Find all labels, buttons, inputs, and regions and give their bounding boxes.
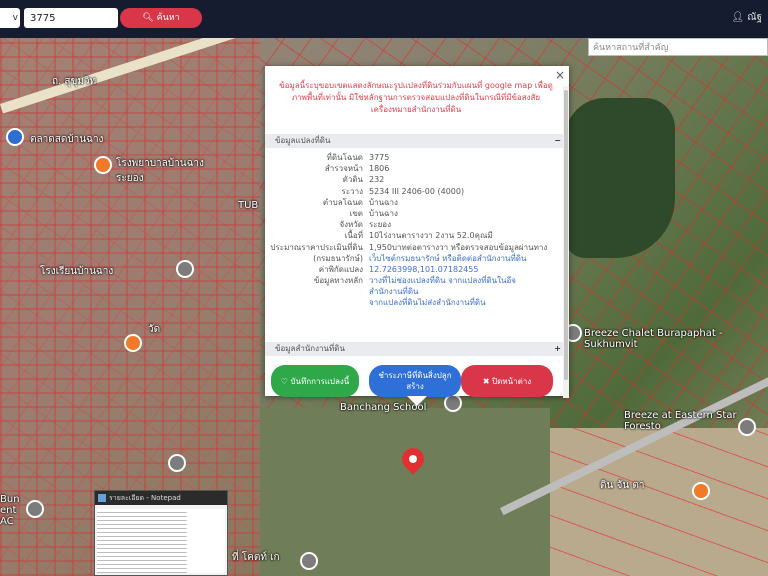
detail-row: ตำบลโฉนด บ้านฉาง bbox=[265, 197, 569, 208]
coordinates-link[interactable]: 12.7263998,101.07182455 bbox=[369, 264, 478, 275]
detail-key: ประมาณราคาประเมินที่ดิน bbox=[270, 242, 363, 252]
detail-link[interactable]: จากแปลงที่ดินไม่ส่งสำนักงานที่ดิน bbox=[369, 297, 486, 308]
detail-row: สำรวจหน้า 1806 bbox=[265, 163, 569, 174]
section-parcel-title: ข้อมูลแปลงที่ดิน bbox=[275, 136, 331, 145]
detail-value: 3775 bbox=[369, 153, 390, 162]
parcel-area-southeast bbox=[540, 428, 768, 576]
land-tax-button[interactable]: ชำระภาษีที่ดินสิ่งปลูกสร้าง bbox=[369, 365, 461, 397]
map-label-temple: วัด bbox=[148, 324, 161, 335]
detail-row: เขต บ้านฉาง bbox=[265, 208, 569, 219]
notepad-icon bbox=[98, 494, 106, 502]
detail-key: ที่ดินโฉนด bbox=[326, 153, 363, 162]
parcel-details: ที่ดินโฉนด 3775 สำรวจหน้า 1806 ตัวดิน 232 ร… bbox=[265, 152, 569, 309]
map-label-breeze-eastern: Breeze at Eastern Star Foresto bbox=[624, 410, 737, 432]
section-office-header[interactable]: ข้อมูลสำนักงานที่ดิน + bbox=[265, 342, 569, 356]
detail-row: เนื้อที่ 10ไร่งานตารางวา 2งาน 52.0คุณมี bbox=[265, 230, 569, 241]
detail-row: ระวาง 5234 III 2406-00 (4000) bbox=[265, 186, 569, 197]
search-button-label: ค้นหา bbox=[156, 13, 180, 23]
notepad-titlebar: รายละเอียด - Notepad bbox=[95, 491, 227, 505]
user-label: ณัฐ bbox=[747, 12, 762, 23]
detail-value: 1806 bbox=[369, 164, 390, 174]
map-label-sukhumvit: ถ. สุขุมวิท bbox=[52, 76, 97, 87]
detail-row: (กรมธนารักษ์) เว็บไซต์กรมธนารักษ์ หรือติด… bbox=[265, 253, 569, 264]
search-icon: 🔍︎ bbox=[142, 13, 157, 23]
popup-warning-text: ข้อมูลนี้ระบุขอบเขตแสดงลักษณะรูปแปลงที่ด… bbox=[279, 81, 553, 114]
breeze-eastern-pin-icon[interactable] bbox=[738, 418, 756, 436]
popup-scrollbar[interactable] bbox=[563, 86, 569, 398]
detail-value: บ้านฉาง bbox=[369, 208, 398, 218]
map-label-breeze-chalet: Breeze Chalet Burapaphat - Sukhumvit bbox=[584, 328, 723, 350]
detail-value: บ้านฉาง bbox=[369, 197, 398, 207]
parcel-info-popup: × ข้อมูลนี้ระบุขอบเขตแสดงลักษณะรูปแปลงที… bbox=[265, 66, 569, 406]
market-pin-icon[interactable] bbox=[6, 128, 24, 146]
top-bar: v 🔍︎ ค้นหา 👤︎ ณัฐ bbox=[0, 0, 768, 38]
detail-row: ประมาณราคาประเมินที่ดิน 1,950บาทต่อตารางว… bbox=[265, 242, 569, 253]
hospital-pin-icon[interactable] bbox=[94, 156, 112, 174]
detail-row: ที่ดินโฉนด 3775 bbox=[265, 152, 569, 163]
user-icon: 👤︎ bbox=[731, 12, 748, 23]
save-parcel-button[interactable]: ♡ บันทึกการแปลงนี้ bbox=[271, 365, 359, 397]
forest-area bbox=[565, 98, 675, 258]
detail-row: จังหวัด ระยอง bbox=[265, 219, 569, 230]
detail-row: ข้อมูลทางหลัก วางที่ไม่ช่องแปลงที่ดิน จาก… bbox=[265, 275, 569, 286]
detail-link[interactable]: วางที่ไม่ช่องแปลงที่ดิน จากแปลงที่ดินในอ… bbox=[369, 275, 516, 286]
detail-key: เนื้อที่ bbox=[344, 231, 363, 241]
expand-icon[interactable]: + bbox=[554, 342, 561, 356]
detail-row: ค่าพิกัดแปลง 12.7263998,101.07182455 bbox=[265, 264, 569, 275]
close-popup-button[interactable]: ✖ ปิดหน้าต่าง bbox=[461, 365, 553, 397]
notepad-title: รายละเอียด - Notepad bbox=[109, 494, 181, 502]
detail-key: สำรวจหน้า bbox=[324, 164, 363, 174]
scrollbar-thumb[interactable] bbox=[564, 90, 568, 380]
detail-value: 1,950บาทต่อตารางวา หรือตรวจสอบข้อมูลผ่าน… bbox=[369, 242, 548, 252]
place-search-input[interactable]: ค้นหาสถานที่สำคัญ bbox=[588, 38, 768, 56]
section-parcel-header[interactable]: ข้อมูลแปลงที่ดิน − bbox=[265, 134, 569, 148]
field-area bbox=[260, 408, 550, 576]
map-label-kin: ดิน จัน ตา bbox=[600, 480, 645, 491]
search-input[interactable] bbox=[24, 8, 118, 28]
detail-key: จังหวัด bbox=[339, 220, 363, 230]
detail-link[interactable]: เว็บไซต์กรมธนารักษ์ หรือติดต่อสำนักงานที… bbox=[369, 253, 526, 264]
map-label-bottom: ที่ โคตท์ เก bbox=[232, 552, 280, 563]
detail-row: ตัวดิน 232 bbox=[265, 174, 569, 185]
search-type-select[interactable]: v bbox=[0, 8, 20, 28]
place-pin-icon[interactable] bbox=[168, 454, 186, 472]
detail-value: ระยอง bbox=[369, 220, 391, 230]
notepad-content bbox=[97, 509, 225, 573]
detail-key: ระวาง bbox=[341, 186, 363, 196]
search-button[interactable]: 🔍︎ ค้นหา bbox=[120, 8, 202, 28]
detail-row: จากแปลงที่ดินไม่ส่งสำนักงานที่ดิน bbox=[265, 297, 569, 308]
map-label-hospital: โรงพยาบาลบ้านฉาง ระยอง bbox=[116, 158, 204, 184]
detail-key: (กรมธนารักษ์) bbox=[313, 253, 363, 263]
detail-value: 232 bbox=[369, 175, 385, 185]
map-label-market: ตลาดสดบ้านฉาง bbox=[30, 134, 104, 145]
section-office-title: ข้อมูลสำนักงานที่ดิน bbox=[275, 344, 345, 353]
user-menu[interactable]: 👤︎ ณัฐ bbox=[731, 10, 762, 25]
map-label-school: โรงเรียนบ้านฉาง bbox=[40, 266, 114, 277]
detail-key: เขต bbox=[349, 208, 363, 218]
detail-row: สำนักงานที่ดิน bbox=[265, 286, 569, 297]
temple-pin-icon[interactable] bbox=[124, 334, 142, 352]
bottom-pin-icon[interactable] bbox=[300, 552, 318, 570]
notepad-preview[interactable]: รายละเอียด - Notepad bbox=[94, 490, 228, 576]
kin-pin-icon[interactable] bbox=[692, 482, 710, 500]
map-label-bun: Bun ent AC bbox=[0, 494, 20, 527]
detail-key: ตำบลโฉนด bbox=[322, 197, 363, 207]
detail-value: 5234 III 2406-00 (4000) bbox=[369, 186, 465, 196]
detail-key: ข้อมูลทางหลัก bbox=[313, 276, 363, 286]
detail-value: 10ไร่งานตารางวา 2งาน 52.0คุณมี bbox=[369, 231, 493, 241]
detail-key: ค่าพิกัดแปลง bbox=[318, 264, 363, 274]
collapse-icon[interactable]: − bbox=[554, 134, 561, 148]
detail-key: ตัวดิน bbox=[342, 175, 363, 185]
detail-link[interactable]: สำนักงานที่ดิน bbox=[369, 286, 419, 297]
school-pin-icon[interactable] bbox=[176, 260, 194, 278]
map-label-tub: TUB bbox=[238, 200, 259, 211]
